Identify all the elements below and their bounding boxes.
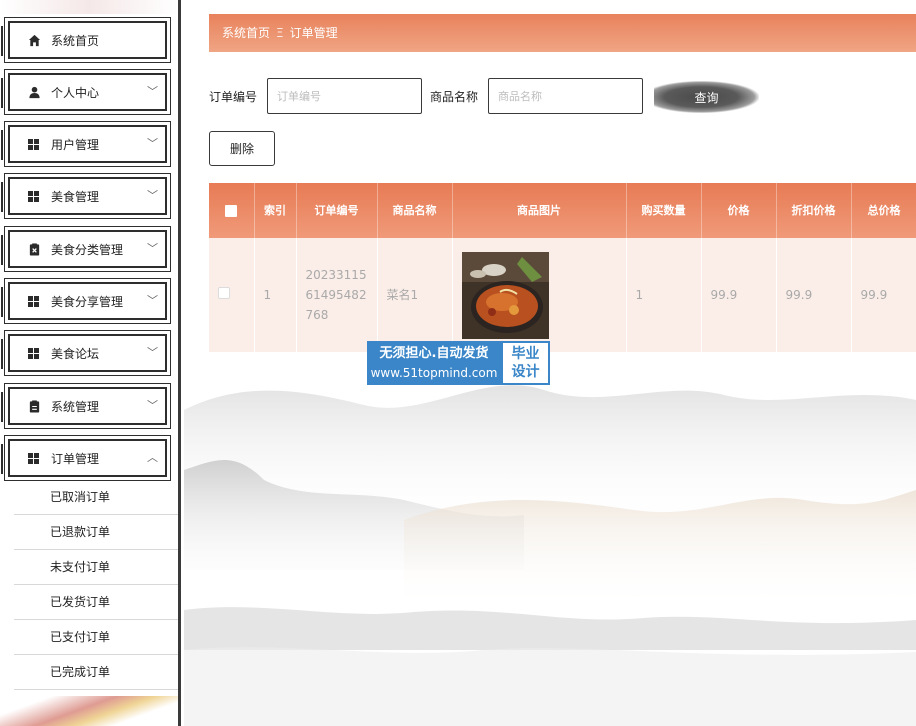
breadcrumb-home[interactable]: 系统首页 bbox=[222, 26, 270, 40]
grid-icon bbox=[28, 453, 39, 464]
sidebar-item-home[interactable]: 系统首页 bbox=[1, 17, 171, 63]
sidebar-item-food-forum[interactable]: 美食论坛 ﹀ bbox=[1, 330, 171, 376]
cell-quantity: 1 bbox=[626, 238, 702, 352]
ink-mountain-background bbox=[184, 385, 916, 726]
orders-table: 索引 订单编号 商品名称 商品图片 购买数量 价格 折扣价格 总价格 1 202… bbox=[209, 183, 916, 353]
watermark-line1: 无须担心.自动发货 bbox=[379, 346, 489, 361]
col-header-order-no: 订单编号 bbox=[296, 183, 378, 238]
submenu-item-refunded-orders[interactable]: 已退款订单 bbox=[14, 515, 178, 550]
product-name-label: 商品名称 bbox=[430, 90, 479, 104]
cell-total-price: 99.9 bbox=[851, 238, 916, 352]
sidebar-item-label: 美食分享管理 bbox=[51, 295, 124, 309]
grid-icon bbox=[28, 348, 39, 359]
grid-icon bbox=[28, 139, 39, 150]
col-header-product-name: 商品名称 bbox=[377, 183, 453, 238]
col-header-product-image: 商品图片 bbox=[452, 183, 627, 238]
cell-product-image bbox=[452, 238, 627, 352]
product-image bbox=[461, 251, 549, 339]
clipboard-x-icon bbox=[27, 243, 41, 257]
home-icon bbox=[27, 34, 41, 48]
breadcrumb-separator: Ξ bbox=[276, 26, 284, 40]
submenu-item-cancelled-orders[interactable]: 已取消订单 bbox=[14, 480, 178, 515]
submenu-item-completed-orders[interactable]: 已完成订单 bbox=[14, 655, 178, 690]
sidebar-item-food-management[interactable]: 美食管理 ﹀ bbox=[1, 173, 171, 219]
chevron-down-icon: ﹀ bbox=[147, 294, 158, 307]
sidebar-item-label: 用户管理 bbox=[51, 138, 100, 152]
chevron-down-icon: ﹀ bbox=[147, 399, 158, 412]
sidebar-item-label: 个人中心 bbox=[51, 86, 100, 100]
row-checkbox[interactable] bbox=[209, 238, 255, 352]
table-header-row: 索引 订单编号 商品名称 商品图片 购买数量 价格 折扣价格 总价格 bbox=[209, 183, 916, 238]
sidebar-item-label: 美食论坛 bbox=[51, 347, 100, 361]
sidebar-item-food-share-management[interactable]: 美食分享管理 ﹀ bbox=[1, 278, 171, 324]
delete-button[interactable]: 删除 bbox=[209, 131, 275, 166]
sidebar-item-label: 系统管理 bbox=[51, 400, 100, 414]
product-name-input[interactable] bbox=[488, 78, 643, 114]
order-no-input[interactable] bbox=[267, 78, 422, 114]
sidebar-item-system-management[interactable]: 系统管理 ﹀ bbox=[1, 383, 171, 429]
chevron-up-icon: ︿ bbox=[147, 451, 158, 464]
grid-icon bbox=[28, 191, 39, 202]
sidebar-item-user-management[interactable]: 用户管理 ﹀ bbox=[1, 121, 171, 167]
chevron-down-icon: ﹀ bbox=[147, 346, 158, 359]
table-row[interactable]: 1 2023311561495482768 菜名1 1 99.9 99.9 99… bbox=[209, 238, 916, 352]
submenu-item-unpaid-orders[interactable]: 未支付订单 bbox=[14, 550, 178, 585]
col-header-index: 索引 bbox=[254, 183, 297, 238]
chevron-down-icon: ﹀ bbox=[147, 137, 158, 150]
chevron-down-icon: ﹀ bbox=[147, 242, 158, 255]
watermark-badge-bottom: 设计 bbox=[511, 364, 540, 380]
order-no-label: 订单编号 bbox=[209, 90, 258, 104]
watermark-line2: www.51topmind.com bbox=[370, 366, 498, 380]
sidebar-item-label: 订单管理 bbox=[51, 452, 100, 466]
clipboard-icon bbox=[27, 400, 41, 414]
breadcrumb-current: 订单管理 bbox=[289, 26, 338, 40]
sidebar-item-order-management[interactable]: 订单管理 ︿ bbox=[1, 435, 171, 481]
main-content: 系统首页 Ξ 订单管理 订单编号 商品名称 查询 删除 索引 订单编号 商品名称 商… bbox=[184, 0, 916, 726]
sidebar-bottom-decoration bbox=[0, 696, 178, 726]
cell-index: 1 bbox=[254, 238, 297, 352]
cell-product-name: 菜名1 bbox=[377, 238, 453, 352]
watermark-text: 无须担心.自动发货 www.51topmind.com bbox=[367, 341, 501, 385]
select-all-checkbox[interactable] bbox=[209, 183, 255, 238]
submenu-item-paid-orders[interactable]: 已支付订单 bbox=[14, 620, 178, 655]
person-icon bbox=[27, 86, 41, 100]
breadcrumb: 系统首页 Ξ 订单管理 bbox=[209, 14, 916, 52]
col-header-quantity: 购买数量 bbox=[626, 183, 702, 238]
watermark-badge: 无须担心.自动发货 www.51topmind.com 毕业 设计 bbox=[367, 341, 550, 385]
cell-price: 99.9 bbox=[701, 238, 777, 352]
sidebar-item-personal-center[interactable]: 个人中心 ﹀ bbox=[1, 69, 171, 115]
submenu-item-shipped-orders[interactable]: 已发货订单 bbox=[14, 585, 178, 620]
sidebar: 系统首页 个人中心 ﹀ 用户管理 ﹀ 美食管理 ﹀ 美食分类管理 ﹀ 美食分享管… bbox=[0, 0, 181, 726]
col-header-total-price: 总价格 bbox=[851, 183, 916, 238]
sidebar-item-food-category-management[interactable]: 美食分类管理 ﹀ bbox=[1, 226, 171, 272]
watermark-badge-top: 毕业 bbox=[511, 346, 540, 362]
col-header-price: 价格 bbox=[701, 183, 777, 238]
sidebar-item-label: 系统首页 bbox=[51, 34, 100, 48]
chevron-down-icon: ﹀ bbox=[147, 85, 158, 98]
sidebar-item-label: 美食分类管理 bbox=[51, 243, 124, 257]
query-button[interactable]: 查询 bbox=[654, 81, 759, 113]
col-header-discount-price: 折扣价格 bbox=[776, 183, 852, 238]
chevron-down-icon: ﹀ bbox=[147, 189, 158, 202]
cell-order-no: 2023311561495482768 bbox=[296, 238, 378, 352]
grid-icon bbox=[28, 296, 39, 307]
sidebar-roof-decoration bbox=[0, 0, 178, 14]
watermark-stamp: 毕业 设计 bbox=[501, 341, 550, 385]
sidebar-item-label: 美食管理 bbox=[51, 190, 100, 204]
cell-discount-price: 99.9 bbox=[776, 238, 852, 352]
